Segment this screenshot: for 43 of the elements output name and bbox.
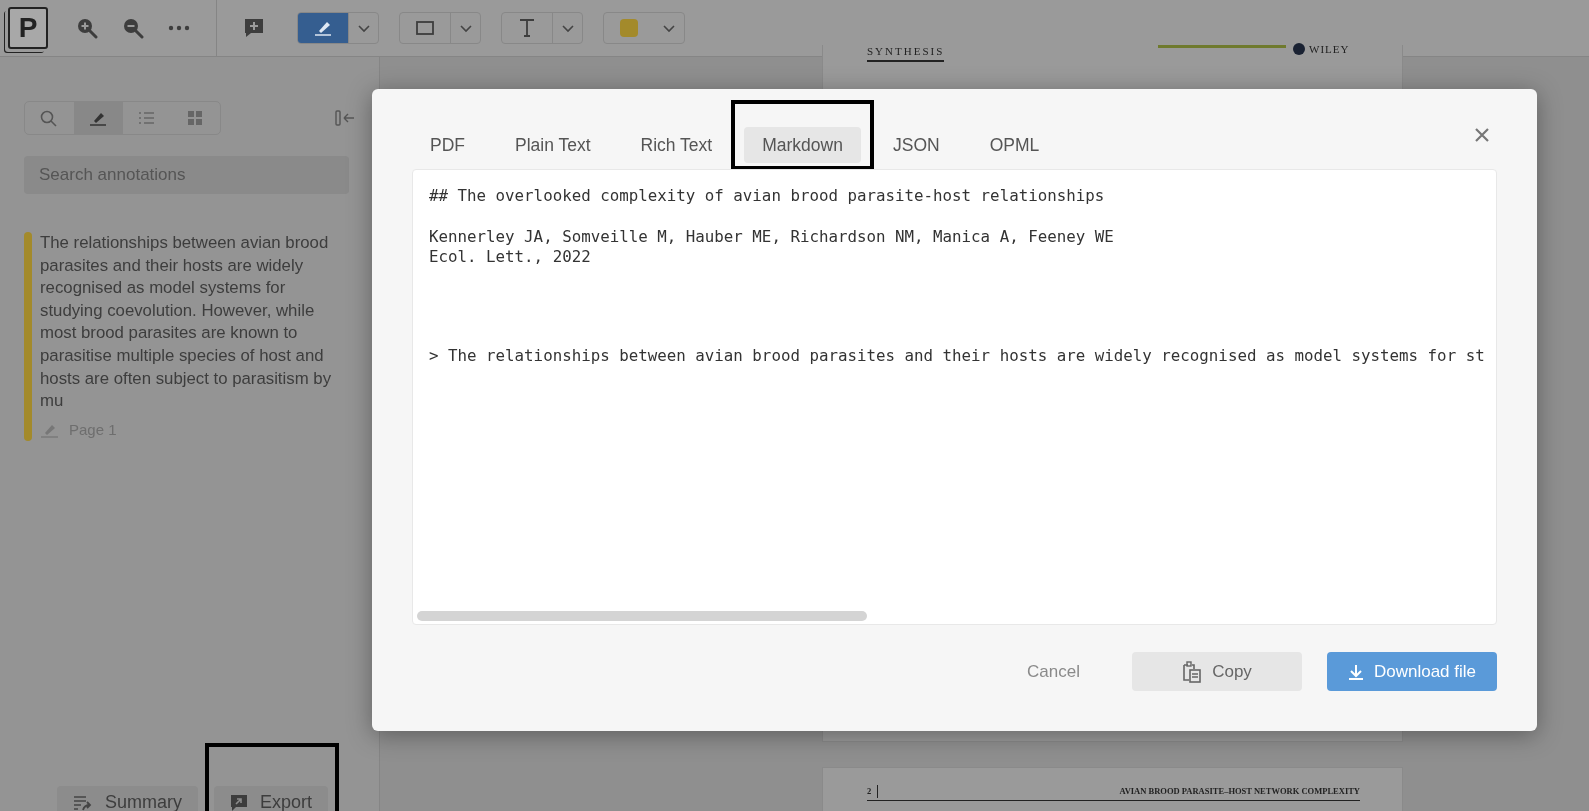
publisher-name: WILEY <box>1309 42 1350 57</box>
journal-label: SYNTHESIS <box>867 43 945 62</box>
summary-icon <box>73 793 93 811</box>
highlighter-icon <box>313 19 333 37</box>
grid-icon <box>186 109 205 127</box>
format-tab[interactable]: Markdown <box>744 127 861 164</box>
export-icon <box>230 793 248 811</box>
more-icon <box>168 25 190 31</box>
highlighter-icon <box>40 422 59 438</box>
format-tab[interactable]: Plain Text <box>497 127 609 164</box>
rect-tool-button[interactable] <box>399 12 481 44</box>
copy-button[interactable]: Copy <box>1132 652 1302 692</box>
preview-line: ## The overlooked complexity of avian brood parasite-host relationships <box>429 186 1106 207</box>
page-number: 2 <box>867 785 879 798</box>
publisher-logo-icon <box>1293 43 1305 56</box>
preview-line: Kennerley JA, Somveille M, Hauber ME, Richardson NM, Manica A, Feeney WE <box>429 226 1115 247</box>
text-tool-button[interactable] <box>501 12 583 44</box>
list-icon <box>137 109 156 127</box>
close-icon <box>1475 128 1489 143</box>
text-tool-icon <box>518 18 536 38</box>
summary-button[interactable]: Summary <box>57 786 198 811</box>
cancel-button[interactable]: Cancel <box>1011 652 1096 692</box>
highlight-tool-button[interactable] <box>297 12 379 44</box>
highlighter-tab[interactable] <box>73 102 123 134</box>
annotation-text[interactable]: The relationships between avian brood parasites and their hosts are widely recognised as model systems for studying coevolution. However, while most brood parasites are known to parasitise multiple species of host and hosts are often subject to parasitism by mu <box>40 232 348 413</box>
running-head: AVIAN BROOD PARASITE–HOST NETWORK COMPLEXITY <box>1119 785 1360 798</box>
format-tab[interactable]: OPML <box>971 127 1058 164</box>
zoom-in-icon <box>76 17 98 39</box>
format-tab[interactable]: Rich Text <box>622 127 731 164</box>
zoom-out-icon <box>122 17 144 39</box>
download-icon <box>1347 663 1364 680</box>
preview-line: Ecol. Lett., 2022 <box>429 246 592 268</box>
add-comment-icon <box>243 17 265 39</box>
horizontal-scrollbar[interactable] <box>417 611 867 622</box>
collapse-sidebar-icon[interactable] <box>335 110 355 126</box>
format-tab[interactable]: PDF <box>412 127 483 164</box>
color-tool-button[interactable] <box>603 12 685 44</box>
rectangle-icon <box>416 21 434 35</box>
format-tab[interactable]: JSON <box>874 127 958 164</box>
clipboard-icon <box>1182 660 1203 683</box>
search-icon <box>40 109 59 127</box>
color-swatch-icon <box>620 19 638 37</box>
export-button[interactable]: Export <box>214 786 329 811</box>
